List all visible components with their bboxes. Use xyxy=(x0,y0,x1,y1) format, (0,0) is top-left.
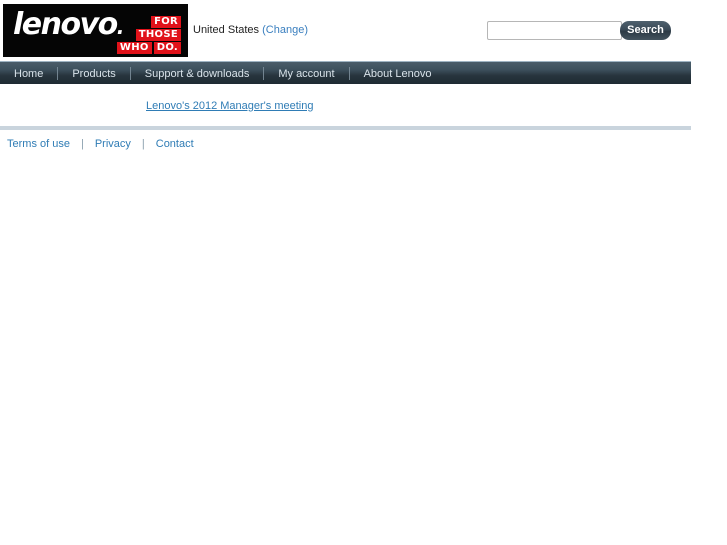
search-button[interactable]: Search xyxy=(620,21,671,40)
logo-tagline-row: WHO DO. xyxy=(89,42,181,54)
search-area: Search xyxy=(487,21,671,40)
site-header: lenovo. FOR THOSE WHO DO. United States (… xyxy=(0,0,727,61)
locale-country: United States xyxy=(193,24,260,36)
nav-item-home[interactable]: Home xyxy=(0,63,57,85)
footer-separator: | xyxy=(80,138,84,150)
nav-item-products[interactable]: Products xyxy=(58,63,129,85)
footer-divider xyxy=(0,126,691,130)
nav-item-about-lenovo[interactable]: About Lenovo xyxy=(350,63,446,85)
locale-change-close-paren: ) xyxy=(304,24,308,36)
logo-tag-do: DO. xyxy=(153,42,181,54)
logo-tagline-row: THOSE xyxy=(89,29,181,41)
site-footer: Terms of use | Privacy | Contact xyxy=(7,138,194,150)
lenovo-logo[interactable]: lenovo. FOR THOSE WHO DO. xyxy=(3,4,188,57)
locale-change-link[interactable]: (Change) xyxy=(262,24,308,36)
nav-separator xyxy=(263,67,265,80)
search-input[interactable] xyxy=(487,21,622,40)
managers-meeting-link[interactable]: Lenovo's 2012 Manager's meeting xyxy=(146,100,313,112)
footer-separator: | xyxy=(141,138,145,150)
logo-tagline-row: FOR xyxy=(89,16,181,28)
footer-link-terms-of-use[interactable]: Terms of use xyxy=(7,138,70,150)
nav-separator xyxy=(129,67,131,80)
nav-item-support-downloads[interactable]: Support & downloads xyxy=(131,63,264,85)
logo-tag-for: FOR xyxy=(151,16,181,28)
footer-link-contact[interactable]: Contact xyxy=(156,138,194,150)
locale-change-label: Change xyxy=(265,24,305,36)
main-content: Lenovo's 2012 Manager's meeting xyxy=(0,84,691,120)
nav-separator xyxy=(348,67,350,80)
logo-tag-those: THOSE xyxy=(135,29,181,41)
logo-tagline: FOR THOSE WHO DO. xyxy=(89,16,181,55)
footer-link-privacy[interactable]: Privacy xyxy=(95,138,131,150)
locale-selector: United States (Change) xyxy=(193,24,308,36)
logo-tag-who: WHO xyxy=(116,42,152,54)
nav-separator xyxy=(57,67,59,80)
main-navigation: Home Products Support & downloads My acc… xyxy=(0,61,691,84)
nav-item-my-account[interactable]: My account xyxy=(264,63,348,85)
nav-list: Home Products Support & downloads My acc… xyxy=(0,62,445,85)
